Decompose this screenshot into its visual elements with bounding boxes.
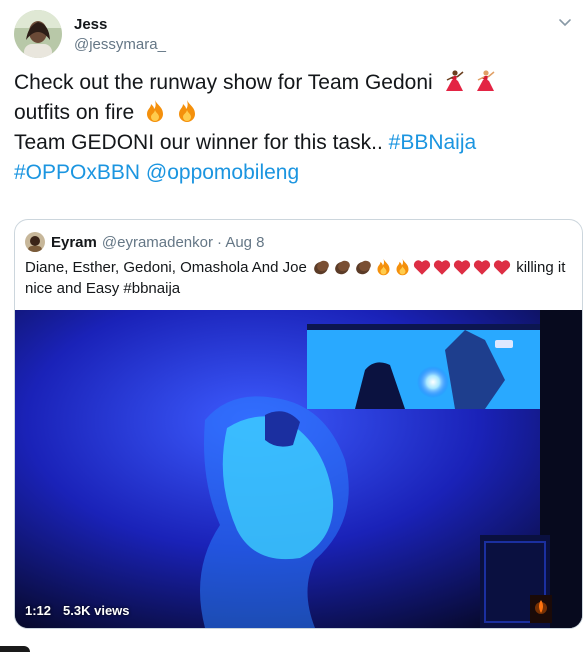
- hashtag-link[interactable]: #OPPOxBBN: [14, 161, 140, 184]
- clap-emoji-icon: [314, 260, 329, 275]
- video-frame: [15, 310, 582, 628]
- display-name[interactable]: Jess: [74, 15, 166, 35]
- quoted-text: Diane, Esther, Gedoni, Omashola And Joe …: [25, 257, 575, 299]
- tweet-header: Jess @jessymara_: [14, 10, 166, 58]
- quoted-tweet[interactable]: Eyram @eyramadenkor · Aug 8 Diane, Esthe…: [14, 219, 583, 629]
- tweet-text-line: Check out the runway show for Team Gedon…: [14, 71, 433, 94]
- chevron-down-icon[interactable]: [557, 14, 573, 30]
- clap-emoji-icon: [356, 260, 371, 275]
- fire-emoji-icon: [396, 258, 409, 276]
- fire-emoji-icon: [147, 100, 164, 122]
- tweet-text: Check out the runway show for Team Gedon…: [14, 68, 574, 188]
- video-player[interactable]: 1:12 5.3K views: [15, 310, 582, 628]
- clap-emoji-icon: [335, 260, 350, 275]
- video-duration: 1:12: [25, 603, 52, 618]
- mention-link[interactable]: @oppomobileng: [146, 161, 299, 184]
- quoted-date[interactable]: · Aug 8: [217, 234, 265, 251]
- avatar[interactable]: [14, 10, 62, 58]
- heart-emoji-icon: [453, 260, 471, 275]
- tweet-text-line: outfits on fire: [14, 101, 135, 124]
- page-corner-mark: [0, 646, 30, 652]
- quoted-avatar[interactable]: [25, 232, 45, 252]
- tweet-text-line: Team GEDONI our winner for this task..: [14, 131, 383, 154]
- heart-emoji-icon: [433, 260, 451, 275]
- video-views: 5.3K views: [63, 603, 130, 618]
- quoted-text-part: Diane, Esther, Gedoni, Omashola And Joe: [25, 259, 307, 276]
- heart-emoji-icon: [413, 260, 431, 275]
- hashtag-link[interactable]: #BBNaija: [389, 131, 477, 154]
- quoted-text-part: killing it: [516, 259, 566, 276]
- quoted-display-name[interactable]: Eyram: [51, 234, 97, 251]
- quoted-text-part: nice and Easy #bbnaija: [25, 280, 181, 297]
- heart-emoji-icon: [473, 260, 491, 275]
- fire-emoji-icon: [377, 258, 390, 276]
- heart-emoji-icon: [493, 260, 511, 275]
- quoted-handle[interactable]: @eyramadenkor: [102, 234, 213, 251]
- quoted-tweet-header: Eyram @eyramadenkor · Aug 8: [25, 232, 265, 252]
- fire-emoji-icon: [178, 100, 195, 122]
- video-stats: 1:12 5.3K views: [25, 603, 130, 618]
- dancer-emoji-icon: [445, 70, 463, 91]
- user-handle[interactable]: @jessymara_: [74, 35, 166, 55]
- dancer-emoji-icon: [477, 70, 495, 91]
